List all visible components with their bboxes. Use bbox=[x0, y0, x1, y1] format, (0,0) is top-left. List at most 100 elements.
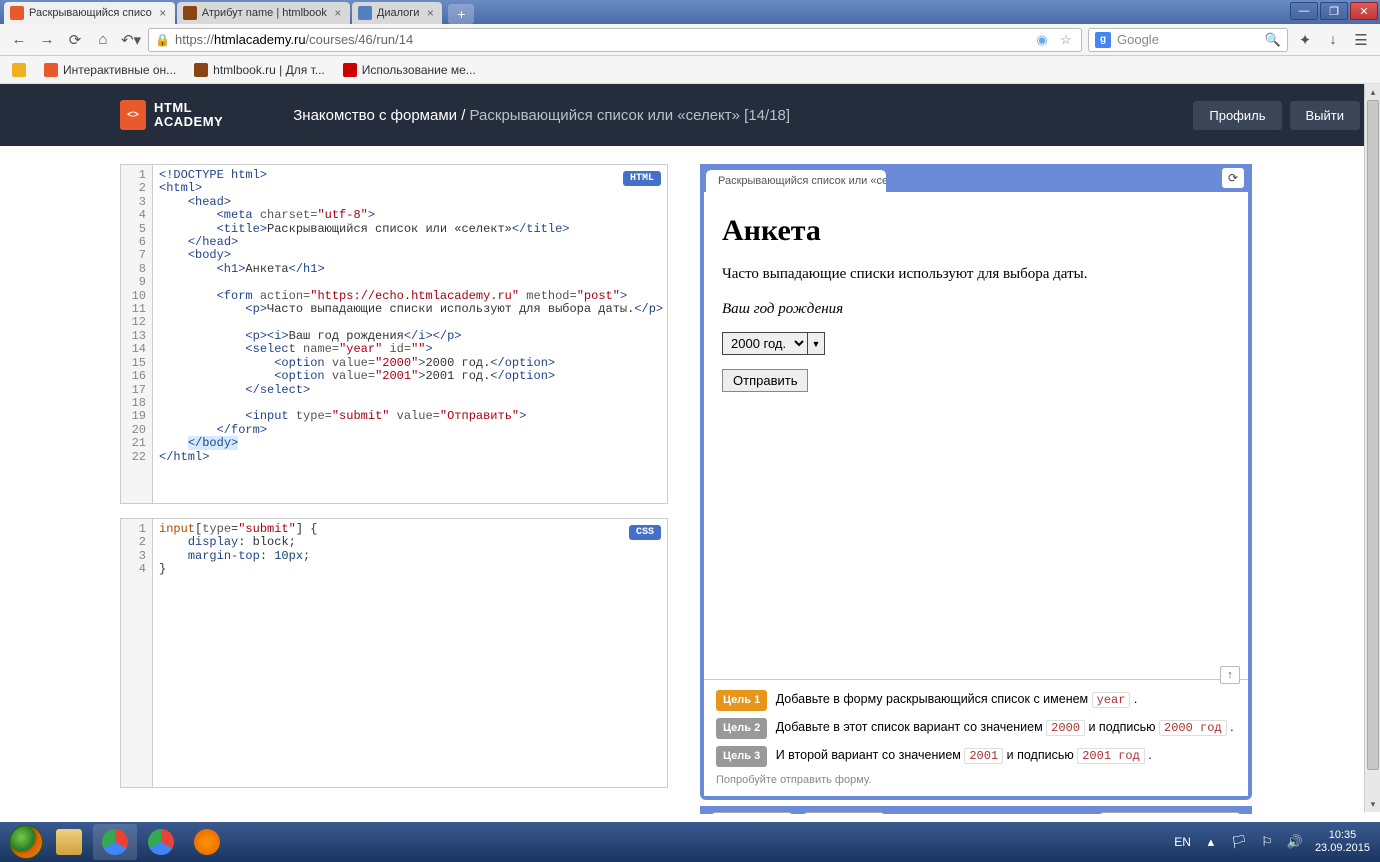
code-token: 2000 bbox=[1046, 720, 1085, 736]
start-button[interactable] bbox=[6, 822, 46, 862]
page-scrollbar[interactable]: ▴ ▾ bbox=[1364, 84, 1380, 812]
firefox-task-icon[interactable] bbox=[185, 824, 229, 860]
close-icon[interactable]: × bbox=[157, 7, 169, 19]
bookmark-icon bbox=[44, 63, 58, 77]
css-editor[interactable]: CSS 1 2 3 4 input[type="submit"] { displ… bbox=[120, 518, 668, 788]
history-dropdown[interactable]: ↶▾ bbox=[120, 29, 142, 51]
menu-icon[interactable]: ☰ bbox=[1350, 29, 1372, 51]
goal-badge: Цель 2 bbox=[716, 718, 767, 739]
chevron-down-icon: ▼ bbox=[808, 333, 824, 354]
url-text: https://htmlacademy.ru/courses/46/run/14 bbox=[175, 32, 1027, 47]
bookmark-label: Использование ме... bbox=[362, 63, 476, 77]
language-indicator[interactable]: EN bbox=[1174, 835, 1191, 849]
bookmark-icon bbox=[194, 63, 208, 77]
logout-button[interactable]: Выйти bbox=[1290, 101, 1361, 130]
tab-title: Атрибут name | htmlbook bbox=[202, 7, 327, 19]
logo-text: HTML ACADEMY bbox=[154, 101, 223, 129]
goal-badge: Цель 1 bbox=[716, 690, 767, 711]
search-box[interactable]: g Google 🔍 bbox=[1088, 28, 1288, 52]
reload-preview-button[interactable]: ⟳ bbox=[1222, 168, 1244, 188]
submit-button[interactable]: Отправить bbox=[722, 369, 808, 392]
downloads-icon[interactable]: ↓ bbox=[1322, 29, 1344, 51]
scroll-up-button[interactable]: ↑ bbox=[1220, 666, 1240, 684]
reload-button[interactable]: ⟳ bbox=[64, 29, 86, 51]
preview-heading: Анкета bbox=[722, 214, 1230, 248]
window-minimize-button[interactable]: — bbox=[1290, 2, 1318, 20]
extensions-icon[interactable]: ✦ bbox=[1294, 29, 1316, 51]
search-icon[interactable]: 🔍 bbox=[1265, 32, 1281, 48]
action-button-1[interactable] bbox=[712, 812, 792, 814]
google-icon: g bbox=[1095, 32, 1111, 48]
url-bar[interactable]: 🔒 https://htmlacademy.ru/courses/46/run/… bbox=[148, 28, 1082, 52]
code-token: 2001 bbox=[964, 748, 1003, 764]
close-icon[interactable]: × bbox=[424, 7, 436, 19]
logo-icon bbox=[120, 100, 146, 130]
goal-row: Цель 1 Добавьте в форму раскрывающийся с… bbox=[716, 690, 1236, 711]
volume-icon[interactable]: 🔊 bbox=[1287, 834, 1303, 850]
new-tab-button[interactable]: + bbox=[448, 4, 474, 24]
bookmark-item[interactable]: htmlbook.ru | Для т... bbox=[190, 61, 329, 79]
tab-title: Диалоги bbox=[377, 7, 420, 19]
back-button[interactable]: ← bbox=[8, 29, 30, 51]
lock-icon: 🔒 bbox=[155, 33, 169, 47]
favicon-icon bbox=[358, 6, 372, 20]
html-code[interactable]: <!DOCTYPE html> <html> <head> <meta char… bbox=[153, 165, 667, 503]
html-badge: HTML bbox=[623, 171, 661, 186]
taskbar: EN ▴ 🏳 ⚐ 🔊 10:35 23.09.2015 bbox=[0, 822, 1380, 862]
action-button-2[interactable] bbox=[804, 812, 884, 814]
flag-icon[interactable]: 🏳 bbox=[1231, 834, 1247, 850]
scroll-up-icon[interactable]: ▴ bbox=[1365, 84, 1380, 100]
goal-hint: Попробуйте отправить форму. bbox=[716, 774, 1236, 786]
html-editor[interactable]: HTML 1 2 3 4 5 6 7 8 9 10 11 12 13 14 15… bbox=[120, 164, 668, 504]
chrome-task-icon-2[interactable] bbox=[139, 824, 183, 860]
close-icon[interactable]: × bbox=[332, 7, 344, 19]
year-select-input[interactable]: 2000 год. bbox=[723, 333, 808, 354]
window-close-button[interactable]: ✕ bbox=[1350, 2, 1378, 20]
preview-content: Анкета Часто выпадающие списки использую… bbox=[704, 192, 1248, 414]
window-maximize-button[interactable]: ❐ bbox=[1320, 2, 1348, 20]
action-button-3[interactable] bbox=[1100, 812, 1240, 814]
goals-panel: ↑ Цель 1 Добавьте в форму раскрывающийся… bbox=[704, 679, 1248, 796]
system-tray: EN ▴ 🏳 ⚐ 🔊 10:35 23.09.2015 bbox=[1174, 829, 1374, 855]
windows-icon bbox=[9, 825, 43, 859]
bookmark-item[interactable]: Интерактивные он... bbox=[40, 61, 180, 79]
tray-arrow-icon[interactable]: ▴ bbox=[1203, 834, 1219, 850]
page-body: HTML 1 2 3 4 5 6 7 8 9 10 11 12 13 14 15… bbox=[0, 146, 1380, 814]
css-code[interactable]: input[type="submit"] { display: block; m… bbox=[153, 519, 667, 787]
explorer-task-icon[interactable] bbox=[47, 824, 91, 860]
action-center-icon[interactable]: ⚐ bbox=[1259, 834, 1275, 850]
bookmark-item[interactable]: Использование ме... bbox=[339, 61, 480, 79]
bookmark-star-icon[interactable]: ☆ bbox=[1057, 31, 1075, 49]
preview-paragraph: Часто выпадающие списки используют для в… bbox=[722, 266, 1230, 283]
browser-tab-1[interactable]: Раскрывающийся списо × bbox=[4, 2, 175, 24]
browser-nav-bar: ← → ⟳ ⌂ ↶▾ 🔒 https://htmlacademy.ru/cour… bbox=[0, 24, 1380, 56]
code-token: year bbox=[1092, 692, 1131, 708]
scrollbar-thumb[interactable] bbox=[1367, 100, 1379, 770]
favicon-icon bbox=[10, 6, 24, 20]
browser-tab-3[interactable]: Диалоги × bbox=[352, 2, 443, 24]
goal-row: Цель 3 И второй вариант со значением 200… bbox=[716, 746, 1236, 767]
logo[interactable]: HTML ACADEMY bbox=[120, 100, 223, 130]
preview-tab[interactable]: Раскрывающийся список или «сел bbox=[706, 170, 886, 192]
preview-label: Ваш год рождения bbox=[722, 301, 1230, 318]
forward-button[interactable]: → bbox=[36, 29, 58, 51]
browser-tab-2[interactable]: Атрибут name | htmlbook × bbox=[177, 2, 350, 24]
line-numbers: 1 2 3 4 5 6 7 8 9 10 11 12 13 14 15 16 1… bbox=[121, 165, 153, 503]
bookmark-icon bbox=[343, 63, 357, 77]
code-token: 2001 год bbox=[1077, 748, 1145, 764]
home-button[interactable]: ⌂ bbox=[92, 29, 114, 51]
tab-title: Раскрывающийся списо bbox=[29, 7, 152, 19]
bookmark-item[interactable] bbox=[8, 61, 30, 79]
css-badge: CSS bbox=[629, 525, 661, 540]
favicon-icon bbox=[183, 6, 197, 20]
code-token: 2000 год bbox=[1159, 720, 1227, 736]
scroll-down-icon[interactable]: ▾ bbox=[1365, 796, 1380, 812]
ghostery-icon[interactable]: ◉ bbox=[1033, 31, 1051, 49]
chrome-task-icon[interactable] bbox=[93, 824, 137, 860]
line-numbers: 1 2 3 4 bbox=[121, 519, 153, 787]
clock[interactable]: 10:35 23.09.2015 bbox=[1315, 829, 1370, 855]
bookmark-label: Интерактивные он... bbox=[63, 63, 176, 77]
year-select[interactable]: 2000 год. ▼ bbox=[722, 332, 825, 355]
profile-button[interactable]: Профиль bbox=[1193, 101, 1281, 130]
bookmark-icon bbox=[12, 63, 26, 77]
